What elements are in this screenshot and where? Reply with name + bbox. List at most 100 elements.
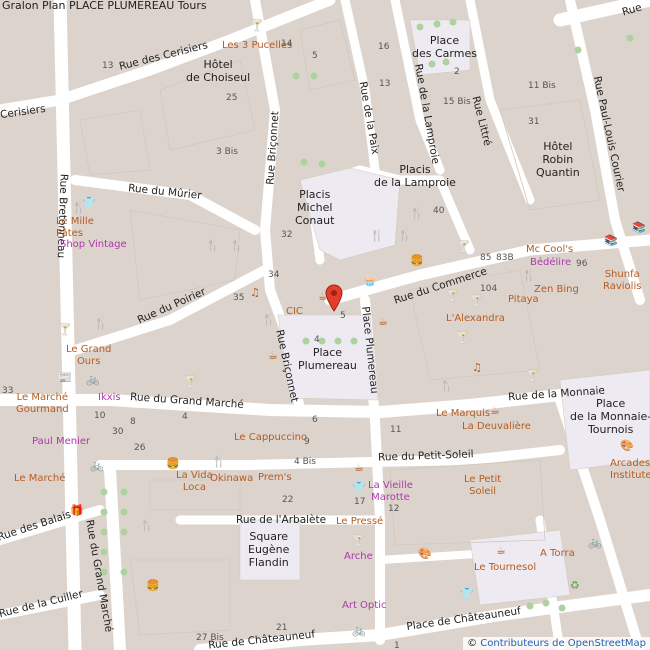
poi-le-presse[interactable]: Le Pressé [336, 516, 383, 528]
place-label-placis-lamproie: Placis de la Lamproie [374, 163, 456, 189]
poi-okinawa[interactable]: Okinawa [210, 473, 253, 485]
cafe-icon: ☕ [378, 315, 388, 328]
poi-a-torra[interactable]: A Torra [540, 548, 575, 560]
poi-arcades-institute[interactable]: Arcades Institute [610, 458, 650, 482]
poi-le-petit-soleil[interactable]: Le Petit Soleil [464, 474, 501, 498]
house-number: 11 [390, 425, 402, 435]
cafe-icon: ☕ [354, 461, 364, 474]
house-number: 25 [226, 93, 238, 103]
cafe-icon: ☕ [490, 404, 500, 417]
poi-la-vieille-marotte[interactable]: La Vieille Marotte [368, 480, 413, 504]
house-number: 13 [379, 79, 391, 89]
poi-paul-menier[interactable]: Paul Menier [32, 436, 90, 448]
poi-lalexandra[interactable]: L'Alexandra [446, 313, 505, 325]
fastfood-icon: 🍔 [146, 579, 160, 592]
poi-prems[interactable]: Prem's [258, 472, 292, 484]
clothes-icon: 👕 [82, 196, 96, 209]
place-label-square-eugene-flandin: Square Eugène Flandin [248, 530, 290, 569]
attribution-prefix: © [467, 638, 481, 649]
map-pin-icon [325, 284, 343, 312]
house-number: 96 [576, 259, 588, 269]
house-number: 4 [182, 412, 188, 422]
bicycle-icon: 🚲 [352, 624, 366, 637]
poi-le-grand-ours[interactable]: Le Grand Ours [66, 344, 111, 368]
house-number: 85 [480, 253, 492, 263]
poi-cic[interactable]: CIC [286, 306, 303, 318]
books-icon: 📚 [632, 221, 646, 234]
place-label-des-carmes: Place des Carmes [412, 34, 477, 60]
poi-bedelire[interactable]: Bédélire [530, 257, 571, 269]
books-icon: 📚 [604, 234, 618, 247]
place-label-placis-michel-conaut: Placis Michel Conaut [295, 188, 335, 227]
restaurant-icon: 🍴 [206, 239, 220, 252]
poi-art-optic[interactable]: Art Optic [342, 600, 386, 612]
bicycle-icon: 🚲 [86, 373, 100, 386]
restaurant-icon: 🍴 [440, 379, 454, 392]
house-number: 3 Bis [216, 147, 238, 157]
bar-icon: 🍸 [250, 19, 264, 32]
poi-le-marquis[interactable]: Le Marquis [436, 408, 490, 420]
house-number: 14 [281, 39, 293, 49]
restaurant-icon: 🍴 [262, 313, 276, 326]
restaurant-icon: 🍴 [230, 239, 244, 252]
location-marker[interactable] [325, 284, 343, 312]
map-canvas[interactable]: Gralon Plan PLACE PLUMEREAU Tours Rue de… [0, 0, 650, 650]
bar-icon: 🍸 [58, 323, 72, 336]
house-number: 5 [312, 51, 318, 61]
restaurant-icon: 🍴 [410, 207, 424, 220]
cafe-icon: ☕ [496, 544, 506, 557]
bar-icon: 🍸 [456, 331, 470, 344]
house-number: 30 [112, 427, 124, 437]
house-number: 83B [496, 253, 514, 263]
house-number: 21 [276, 623, 288, 633]
poi-arche[interactable]: Arche [344, 551, 373, 563]
place-label-plumereau: Place Plumereau [298, 346, 357, 372]
poi-la-vida-loca[interactable]: La Vida Loca [176, 470, 213, 494]
poi-le-mille-pates[interactable]: Le Mille Pâtes [56, 216, 94, 240]
bicycle-icon: 🚲 [588, 536, 602, 549]
music-icon: ♫ [472, 361, 482, 374]
poi-mc-cools[interactable]: Mc Cool's [526, 244, 573, 256]
house-number: 32 [281, 230, 293, 240]
place-label-hotel-choiseul: Hôtel de Choiseul [186, 58, 251, 84]
clothes-icon: 👕 [352, 481, 366, 494]
bar-icon: 🍸 [526, 369, 540, 382]
bar-icon: 🍸 [470, 294, 484, 307]
poi-le-marche[interactable]: Le Marché [14, 473, 65, 485]
attribution-link[interactable]: Contributeurs de OpenStreetMap [480, 638, 646, 649]
art-icon: 🎨 [620, 439, 634, 452]
bar-icon: 🍸 [352, 534, 366, 547]
bar-icon: 🍸 [446, 289, 460, 302]
cafe-icon: ☕ [268, 349, 278, 362]
art-icon: 🎨 [418, 547, 432, 560]
house-number: 16 [378, 42, 390, 52]
place-label-monnaie-tournois: Place de la Monnaie- Tournois [570, 397, 650, 436]
house-number: 2 [454, 67, 460, 77]
poi-zen-bing[interactable]: Zen Bing [534, 284, 579, 296]
poi-le-tournesol[interactable]: Le Tournesol [474, 562, 536, 574]
bicycle-icon: 🚲 [90, 459, 104, 472]
poi-shop-vintage[interactable]: Shop Vintage [60, 239, 127, 251]
restaurant-icon: 🍴 [398, 229, 412, 242]
house-number: 33 [2, 386, 14, 396]
house-number: 34 [268, 270, 280, 280]
house-number: 6 [312, 415, 318, 425]
place-label-hotel-robin-quantin: Hôtel Robin Quantin [536, 140, 580, 179]
house-number: 13 [102, 61, 114, 71]
poi-ikxis[interactable]: Ikxis [98, 392, 121, 404]
house-number: 9 [304, 437, 310, 447]
map-attribution: © Contributeurs de OpenStreetMap [463, 637, 650, 650]
street-label-rue-de-larbalete: Rue de l'Arbalète [236, 514, 327, 526]
gift-icon: 🎁 [70, 504, 84, 517]
house-number: 17 [354, 497, 366, 507]
poi-le-cappuccino[interactable]: Le Cappuccino [234, 432, 307, 444]
poi-le-marche-gourmand[interactable]: Le Marché Gourmand [16, 392, 69, 416]
house-number: 31 [528, 117, 540, 127]
poi-la-deuvaliere[interactable]: La Deuvalière [462, 421, 531, 433]
poi-shunfa-raviolis[interactable]: Shunfa Raviolis [603, 269, 641, 293]
house-number: 8 [130, 417, 136, 427]
bar-icon: 🍸 [184, 375, 198, 388]
music-icon: ♫ [250, 286, 260, 299]
house-number: 35 [233, 293, 245, 303]
house-number: 4 Bis [294, 457, 316, 467]
